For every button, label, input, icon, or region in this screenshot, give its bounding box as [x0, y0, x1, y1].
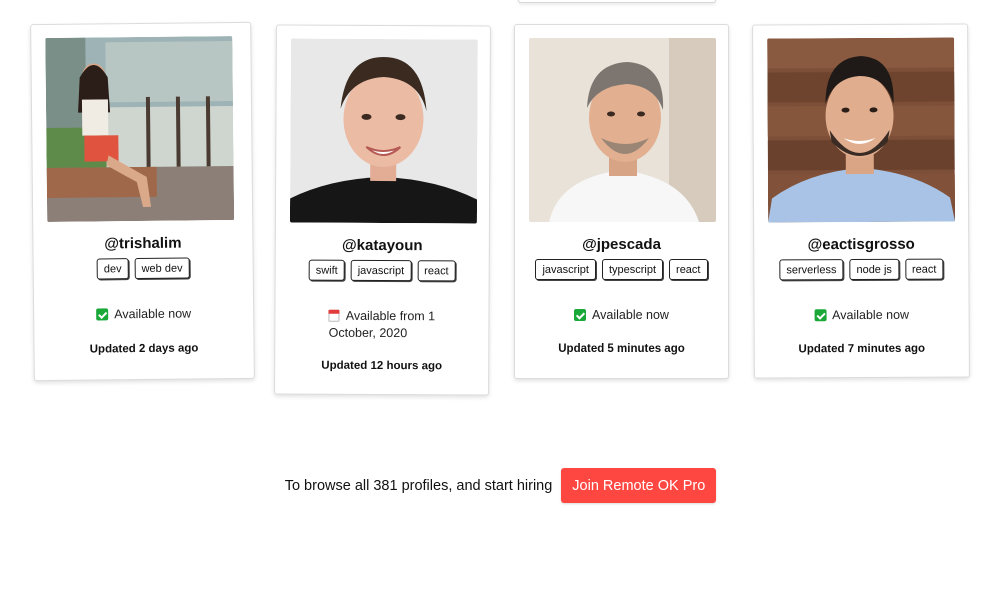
profile-card-katayoun[interactable]: @katayoun swift javascript react Availab…	[274, 24, 491, 396]
calendar-icon	[328, 309, 340, 322]
availability-status: Available from 1 October, 2020	[328, 308, 436, 341]
profile-handle[interactable]: @katayoun	[276, 236, 489, 254]
check-icon	[814, 309, 827, 322]
tag[interactable]: react	[417, 260, 456, 282]
availability-status: Available now	[755, 306, 969, 324]
tag[interactable]: node js	[849, 258, 899, 281]
tag-list: javascript typescript react	[515, 259, 728, 280]
tag[interactable]: react	[669, 259, 708, 280]
availability-status: Available now	[515, 307, 728, 324]
tag[interactable]: swift	[308, 259, 345, 281]
cta-text: To browse all 381 profiles, and start hi…	[284, 477, 553, 494]
tag-list: swift javascript react	[276, 259, 489, 282]
profile-card-jpescada[interactable]: @jpescada javascript typescript react Av…	[514, 24, 729, 379]
profile-handle[interactable]: @eactisgrosso	[754, 235, 968, 254]
availability-status: Available now	[34, 305, 253, 324]
join-pro-button[interactable]: Join Remote OK Pro	[561, 468, 717, 503]
check-icon	[96, 308, 109, 321]
tag[interactable]: serverless	[779, 259, 844, 281]
tag[interactable]: javascript	[350, 259, 412, 282]
profile-handle[interactable]: @trishalim	[33, 234, 252, 253]
profile-card-trishalim[interactable]: @trishalim dev web dev Available now Upd…	[30, 21, 255, 382]
profile-handle[interactable]: @jpescada	[515, 236, 728, 253]
profile-photo	[767, 37, 956, 223]
updated-time: Updated 7 minutes ago	[798, 342, 926, 356]
tag-list: dev web dev	[34, 257, 253, 280]
profile-photo	[529, 38, 716, 222]
tag[interactable]: javascript	[535, 259, 596, 280]
tag[interactable]: typescript	[601, 259, 664, 280]
tag[interactable]: react	[904, 258, 944, 280]
check-icon	[574, 309, 587, 321]
profile-photo	[289, 38, 478, 224]
updated-time: Updated 2 days ago	[89, 342, 199, 356]
profile-card-eactisgrosso[interactable]: @eactisgrosso serverless node js react A…	[752, 23, 970, 379]
updated-time: Updated 5 minutes ago	[558, 343, 685, 355]
pro-cta-bar: To browse all 381 profiles, and start hi…	[0, 468, 1000, 503]
tag-list: serverless node js react	[754, 258, 968, 281]
tag[interactable]: dev	[96, 258, 129, 280]
tag[interactable]: web dev	[134, 257, 190, 280]
updated-time: Updated 12 hours ago	[321, 359, 443, 373]
previous-card-edge	[518, 0, 716, 3]
profile-photo	[45, 36, 235, 222]
